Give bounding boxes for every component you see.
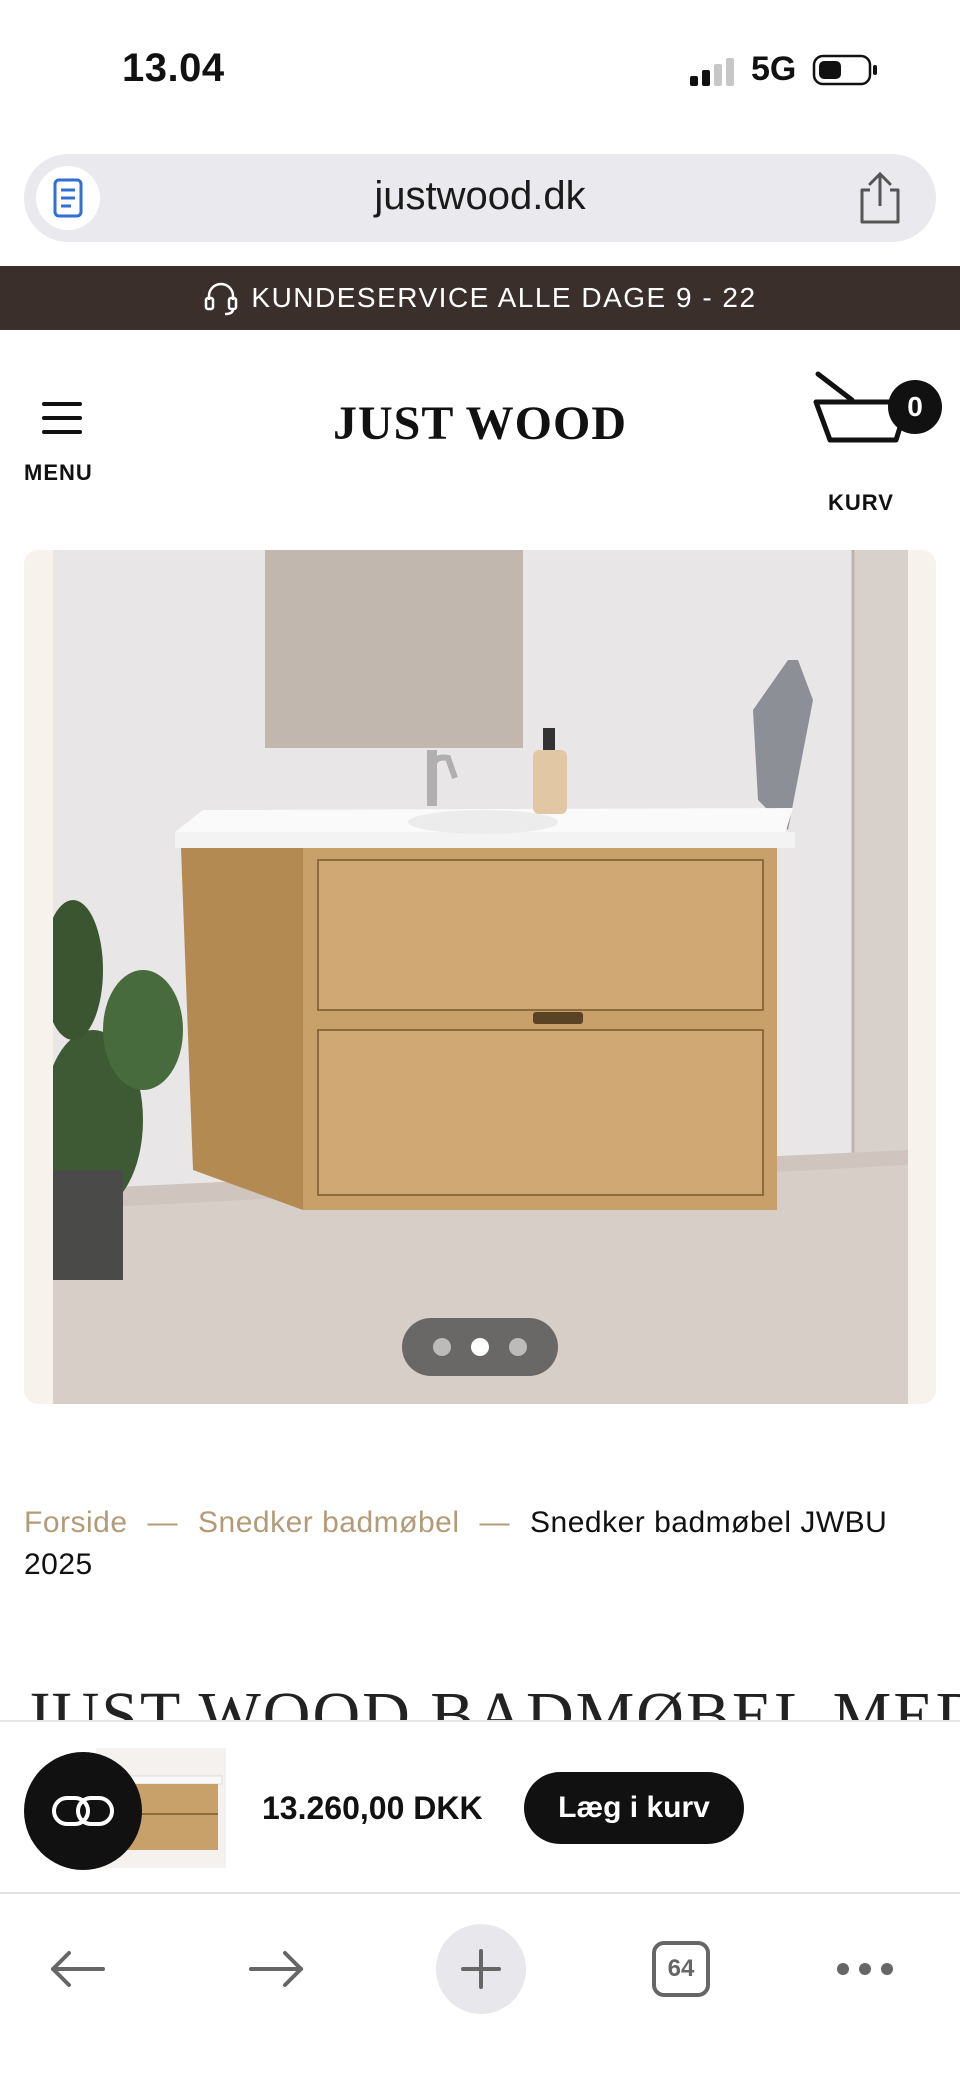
arrow-left-icon [51, 1951, 105, 1987]
product-price: 13.260,00 DKK [262, 1790, 483, 1826]
breadcrumb-link-category[interactable]: Snedker badmøbel [198, 1506, 459, 1539]
network-label: 5G [751, 50, 797, 88]
breadcrumb-link-home[interactable]: Forside [24, 1506, 128, 1539]
carousel-dot[interactable] [509, 1338, 527, 1356]
battery-icon [812, 54, 877, 86]
address-bar[interactable]: justwood.dk [24, 154, 936, 242]
breadcrumb-separator: — [147, 1506, 179, 1539]
announcement-bar: KUNDESERVICE ALLE DAGE 9 - 22 [0, 266, 960, 330]
cart-count-badge: 0 [888, 380, 942, 434]
url-text[interactable]: justwood.dk [24, 174, 936, 219]
headset-icon [205, 282, 238, 316]
product-title-container: JUST WOOD BADMØBEL MED 2 [0, 1680, 960, 1720]
site-header: MENU JUST WOOD 0 KURV [0, 330, 960, 515]
new-tab-button[interactable] [436, 1924, 526, 2014]
back-button[interactable] [32, 1924, 122, 2014]
breadcrumb: Forside — Snedker badmøbel — Snedker badmøbe… [24, 1502, 936, 1586]
cart-button[interactable]: 0 KURV [808, 360, 942, 515]
product-gallery[interactable] [24, 550, 936, 1404]
cart-label: KURV [828, 490, 894, 515]
more-dots-icon [837, 1963, 893, 1975]
tab-count: 64 [652, 1941, 710, 1997]
breadcrumb-separator: — [479, 1506, 511, 1539]
browser-toolbar: 64 [0, 1892, 960, 2081]
carousel-dot[interactable] [433, 1338, 451, 1356]
plus-icon [461, 1949, 501, 1989]
add-to-cart-button[interactable]: Læg i kurv [524, 1772, 744, 1844]
arrow-right-icon [249, 1951, 303, 1987]
tabs-button[interactable]: 64 [636, 1924, 726, 2014]
menu-label: MENU [24, 460, 93, 485]
chat-icon [52, 1796, 114, 1826]
announcement-text: KUNDESERVICE ALLE DAGE 9 - 22 [251, 282, 757, 313]
more-button[interactable] [820, 1924, 910, 2014]
status-time: 13.04 [122, 46, 225, 90]
signal-icon [690, 58, 734, 86]
carousel-dots[interactable] [402, 1318, 558, 1376]
share-icon[interactable] [854, 170, 906, 226]
product-title: JUST WOOD BADMØBEL MED 2 [24, 1680, 960, 1720]
forward-button[interactable] [232, 1924, 322, 2014]
sticky-add-to-cart-bar: 13.260,00 DKK Læg i kurv [0, 1720, 960, 1892]
product-image[interactable] [53, 550, 908, 1404]
status-bar: 13.04 5G [0, 0, 960, 140]
chat-button[interactable] [24, 1752, 142, 1870]
carousel-dot-active[interactable] [471, 1338, 489, 1356]
